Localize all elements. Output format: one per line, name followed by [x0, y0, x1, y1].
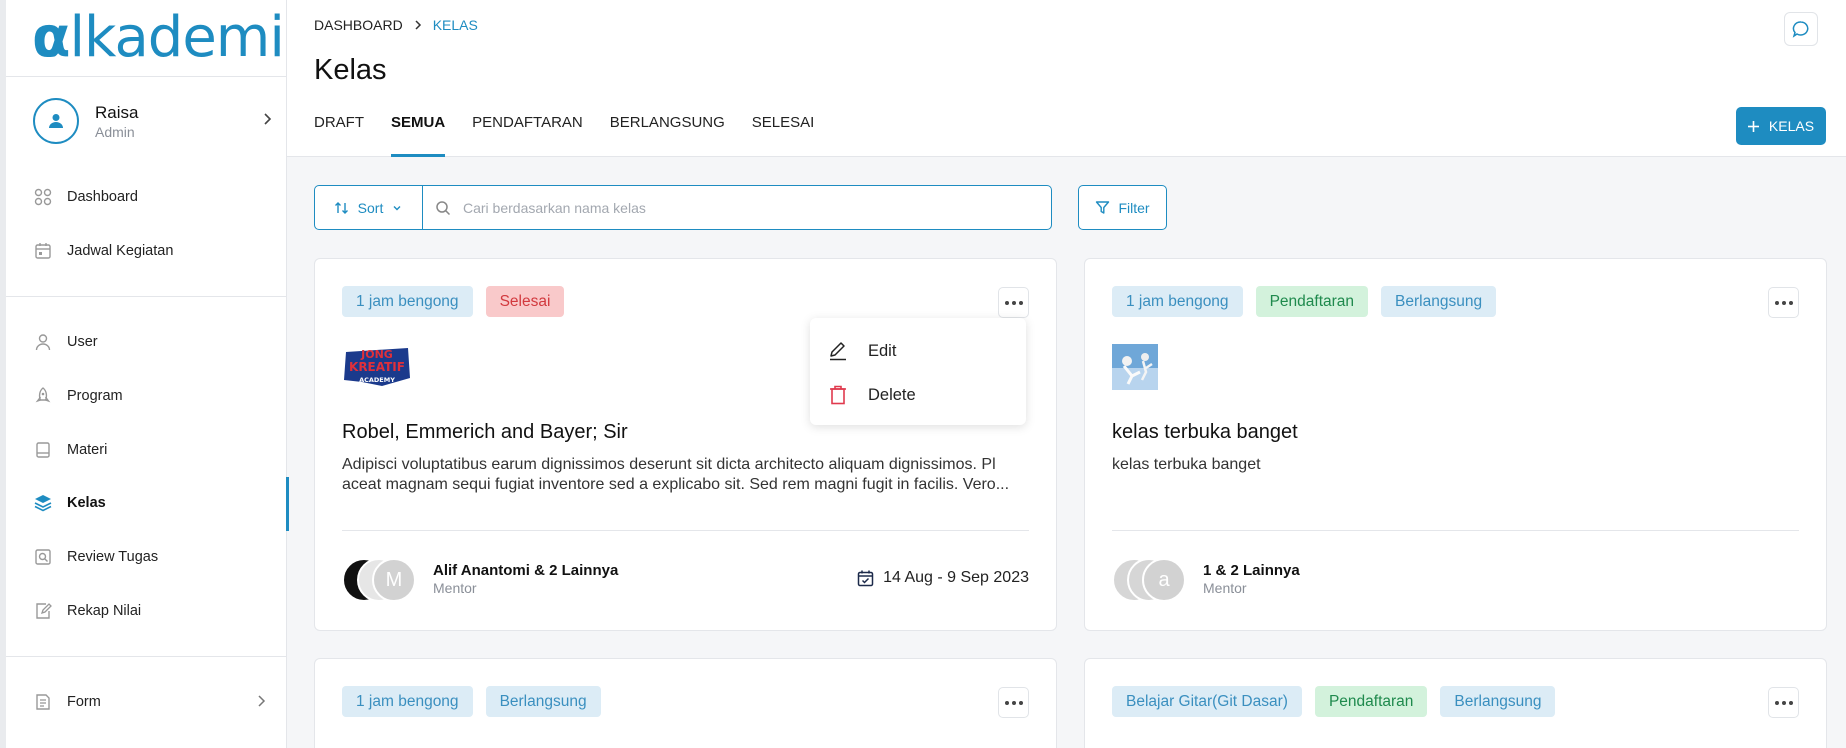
sort-label: Sort: [357, 199, 384, 216]
filter-button[interactable]: Filter: [1078, 185, 1167, 230]
status-badge: Selesai: [485, 286, 565, 317]
breadcrumb-kelas[interactable]: KELAS: [433, 17, 478, 33]
sidebar-item-user[interactable]: User: [33, 322, 287, 362]
class-thumbnail: [1112, 344, 1158, 390]
class-date: 14 Aug - 9 Sep 2023: [857, 569, 1029, 587]
mentor-role: Mentor: [433, 580, 477, 596]
sidebar-item-dashboard[interactable]: Dashboard: [33, 177, 287, 217]
more-options-button[interactable]: [998, 687, 1029, 718]
edit-doc-icon: [33, 601, 53, 621]
mentor-avatars: a: [1112, 558, 1192, 602]
user-icon: [33, 332, 53, 352]
divider: [6, 76, 287, 77]
search-bar: Sort: [314, 185, 1052, 230]
svg-text:ACADEMY: ACADEMY: [359, 376, 395, 384]
edit-menu-item[interactable]: Edit: [828, 336, 896, 366]
status-badge: Pendaftaran: [1255, 286, 1369, 317]
user-icon: [49, 114, 63, 128]
alkademi-logo[interactable]: αlkademi: [32, 10, 285, 66]
class-card[interactable]: 1 jam bengong Berlangsung: [314, 658, 1057, 748]
mentor-avatars: M: [342, 558, 422, 602]
filter-icon: [1096, 201, 1110, 214]
status-badge: Pendaftaran: [1314, 686, 1428, 717]
chevron-right-icon: [264, 113, 272, 125]
class-logo: JONG KREATIF ACADEMY: [344, 348, 410, 386]
sidebar-item-program[interactable]: Program: [33, 376, 287, 416]
mentor-name: Alif Anantomi & 2 Lainnya: [433, 562, 619, 579]
class-description: kelas terbuka banget: [1112, 456, 1261, 473]
program-badge: 1 jam bengong: [1112, 286, 1243, 317]
mentor-role: Mentor: [1203, 580, 1247, 596]
mentor-name: 1 & 2 Lainnya: [1203, 562, 1300, 579]
tab-semua[interactable]: SEMUA: [391, 114, 446, 157]
program-badge: 1 jam bengong: [342, 286, 473, 317]
chevron-right-icon: [258, 695, 266, 707]
sort-icon: [334, 201, 348, 214]
class-title: kelas terbuka banget: [1112, 421, 1298, 443]
breadcrumb: DASHBOARD KELAS: [314, 17, 478, 33]
chevron-right-icon: [415, 20, 421, 30]
pencil-icon: [830, 342, 846, 361]
tab-draft[interactable]: DRAFT: [314, 114, 364, 157]
delete-menu-item[interactable]: Delete: [828, 380, 916, 410]
add-kelas-button[interactable]: KELAS: [1736, 107, 1826, 145]
chat-button[interactable]: [1784, 12, 1818, 46]
sidebar-item-kelas[interactable]: Kelas: [33, 477, 289, 531]
plus-icon: [1747, 120, 1759, 132]
avatar: [33, 98, 79, 144]
program-badge: Belajar Gitar(Git Dasar): [1112, 686, 1302, 717]
chat-icon: [1792, 21, 1809, 38]
page-header: DASHBOARD KELAS Kelas DRAFT SEMUA PENDAF…: [287, 0, 1846, 157]
class-card[interactable]: 1 jam bengong Pendaftaran Berlangsung ke…: [1084, 258, 1827, 631]
divider: [6, 296, 287, 297]
more-options-button[interactable]: [998, 287, 1029, 318]
sort-dropdown[interactable]: Sort: [315, 186, 423, 229]
class-card[interactable]: 1 jam bengong Selesai JONG KREATIF ACADE…: [314, 258, 1057, 631]
profile-role: Admin: [95, 123, 135, 140]
rocket-icon: [33, 386, 53, 406]
tab-pendaftaran[interactable]: PENDAFTARAN: [472, 114, 583, 157]
sidebar: αlkademi Raisa Admin Dashboard Jadwal Ke…: [0, 0, 289, 748]
profile-name: Raisa: [95, 102, 139, 122]
sidebar-item-form[interactable]: Form: [33, 682, 287, 722]
more-options-button[interactable]: [1768, 287, 1799, 318]
form-icon: [33, 692, 53, 712]
more-options-button[interactable]: [1768, 687, 1799, 718]
class-card[interactable]: Belajar Gitar(Git Dasar) Pendaftaran Ber…: [1084, 658, 1827, 748]
calendar-icon: [33, 241, 53, 261]
avatar: M: [372, 558, 416, 602]
tab-selesai[interactable]: SELESAI: [752, 114, 815, 157]
page-title: Kelas: [314, 54, 387, 86]
avatar: a: [1142, 558, 1186, 602]
card-actions-menu: Edit Delete: [810, 318, 1026, 425]
sidebar-item-jadwal-kegiatan[interactable]: Jadwal Kegiatan: [33, 231, 287, 271]
grid-icon: [33, 187, 53, 207]
search-input[interactable]: [463, 199, 1023, 216]
class-description: Adipisci voluptatibus earum dignissimos …: [342, 456, 1010, 493]
layers-icon: [33, 493, 53, 513]
class-title: Robel, Emmerich and Bayer; Sir: [342, 421, 628, 443]
trash-icon: [830, 385, 846, 405]
program-badge: 1 jam bengong: [342, 686, 473, 717]
sidebar-item-review-tugas[interactable]: Review Tugas: [33, 537, 287, 577]
sidebar-item-rekap-nilai[interactable]: Rekap Nilai: [33, 591, 287, 631]
status-badge: Berlangsung: [485, 686, 601, 717]
tab-berlangsung[interactable]: BERLANGSUNG: [610, 114, 725, 157]
search-icon: [436, 200, 451, 215]
book-icon: [33, 440, 53, 460]
status-badge: Berlangsung: [1440, 686, 1556, 717]
divider: [6, 656, 287, 657]
breadcrumb-dashboard[interactable]: DASHBOARD: [314, 17, 403, 33]
calendar-check-icon: [857, 570, 874, 586]
sidebar-item-materi[interactable]: Materi: [33, 430, 287, 470]
divider: [1112, 530, 1799, 531]
profile-menu[interactable]: Raisa Admin: [33, 96, 273, 146]
chevron-down-icon: [393, 205, 401, 210]
svg-text:KREATIF: KREATIF: [349, 360, 405, 374]
divider: [342, 530, 1029, 531]
review-icon: [33, 547, 53, 567]
status-badge: Berlangsung: [1381, 286, 1497, 317]
status-tabs: DRAFT SEMUA PENDAFTARAN BERLANGSUNG SELE…: [314, 114, 814, 157]
